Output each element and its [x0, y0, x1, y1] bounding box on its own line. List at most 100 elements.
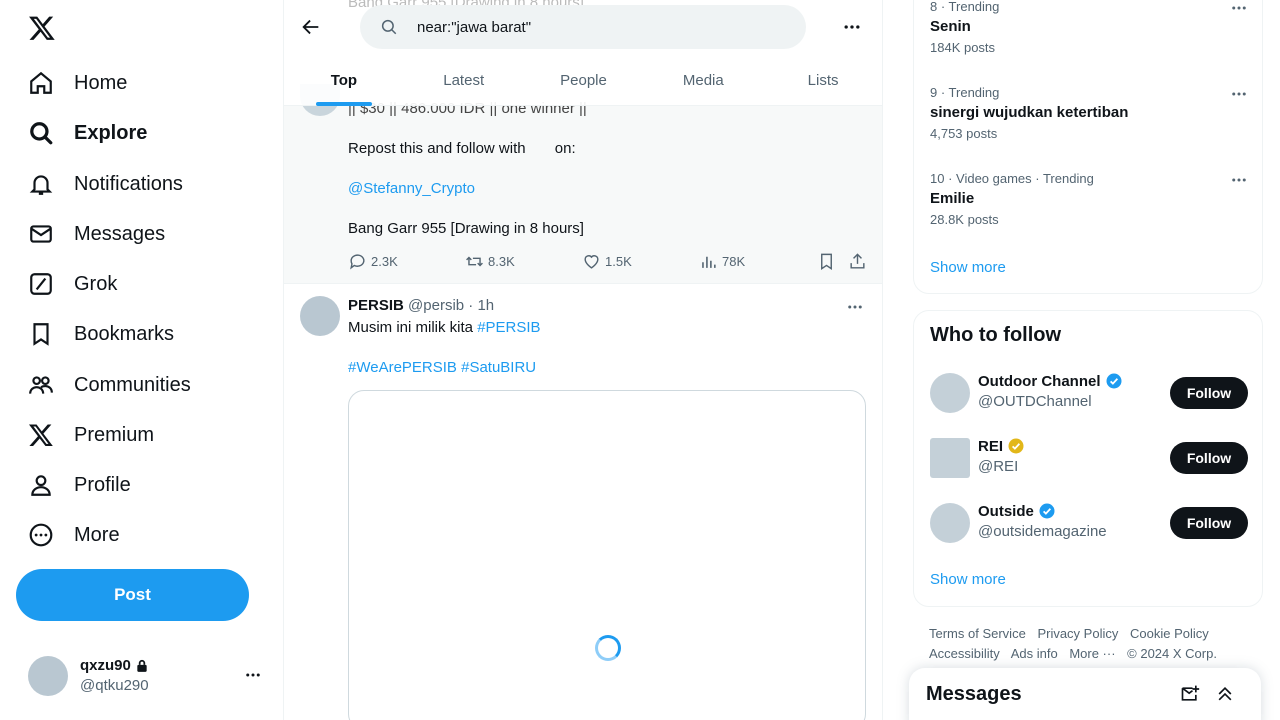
follow-suggestion[interactable]: Outside @outsidemagazine Follow: [930, 502, 1248, 544]
follow-suggestion[interactable]: Outdoor Channel @OUTDChannel Follow: [930, 372, 1248, 414]
verified-badge-icon: [1039, 503, 1055, 519]
nav-label: Profile: [74, 473, 131, 496]
nav-communities[interactable]: Communities: [28, 365, 191, 405]
reply-button[interactable]: 2.3K: [348, 252, 398, 271]
tab-people[interactable]: People: [524, 54, 644, 106]
follow-show-more-link[interactable]: Show more: [930, 571, 1006, 588]
new-message-icon[interactable]: [1180, 684, 1200, 704]
tweet-actions: 2.3K 8.3K 1.5K 78K: [348, 252, 868, 272]
trend-item[interactable]: 10 · Video games · Trending Emilie 28.8K…: [930, 171, 1248, 227]
trend-count: 184K posts: [930, 40, 996, 55]
x-logo-icon[interactable]: [28, 14, 56, 42]
nav-grok[interactable]: Grok: [28, 264, 117, 304]
trend-item[interactable]: 8 · Trending Senin 184K posts: [930, 0, 1248, 55]
nav-home[interactable]: Home: [28, 63, 127, 103]
footer-link[interactable]: Accessibility: [929, 646, 1000, 661]
author-name[interactable]: PERSIB: [348, 297, 404, 314]
nav-label: Messages: [74, 222, 166, 245]
trends-show-more-link[interactable]: Show more: [930, 259, 1006, 276]
more-horizontal-icon[interactable]: [846, 298, 864, 316]
tweet-text: Repost this and follow with on:: [348, 140, 576, 157]
search-query[interactable]: near:"jawa barat": [417, 19, 531, 36]
tab-lists[interactable]: Lists: [763, 54, 882, 106]
nav-label: More: [74, 523, 120, 546]
follow-suggestion[interactable]: REI @REI Follow: [930, 437, 1248, 479]
who-to-follow-panel: Who to follow Outdoor Channel @OUTDChann…: [913, 310, 1263, 607]
bookmark-icon[interactable]: [817, 252, 836, 271]
account-name: qxzu90: [80, 657, 131, 674]
follow-button[interactable]: Follow: [1170, 442, 1248, 474]
media-container[interactable]: [348, 390, 866, 720]
right-sidebar: 8 · Trending Senin 184K posts 9 · Trendi…: [913, 0, 1263, 720]
footer-link[interactable]: Terms of Service: [929, 626, 1026, 641]
trend-name: sinergi wujudkan ketertiban: [930, 104, 1129, 121]
avatar: [930, 503, 970, 543]
follow-button[interactable]: Follow: [1170, 377, 1248, 409]
footer-link[interactable]: Ads info: [1011, 646, 1058, 661]
author-meta: @persib · 1h: [408, 297, 495, 314]
post-button[interactable]: Post: [16, 569, 249, 621]
tweet-text: Bang Garr 955 [Drawing in 8 hours]: [348, 220, 584, 237]
nav-label: Home: [74, 71, 128, 94]
repost-button[interactable]: 8.3K: [465, 252, 515, 271]
views-count: 78K: [722, 254, 746, 269]
more-horizontal-icon[interactable]: [1230, 85, 1248, 103]
hashtag-link[interactable]: #WeArePERSIB #SatuBIRU: [348, 359, 536, 376]
main-column: || $30 || 486.000 IDR || one winner || R…: [284, 0, 883, 720]
account-switcher[interactable]: qxzu90 @qtku290: [28, 656, 268, 696]
search-input[interactable]: near:"jawa barat": [360, 5, 806, 49]
like-button[interactable]: 1.5K: [582, 252, 632, 271]
more-horizontal-icon[interactable]: [1230, 171, 1248, 189]
messages-drawer[interactable]: Messages: [909, 668, 1261, 720]
tweet-text: Musim ini milik kita #PERSIB: [348, 319, 541, 336]
avatar: [28, 656, 68, 696]
share-icon[interactable]: [848, 252, 867, 271]
nav-premium[interactable]: Premium: [28, 415, 154, 455]
loading-spinner: [595, 635, 621, 661]
hashtag-link[interactable]: #PERSIB: [477, 319, 540, 336]
nav-notifications[interactable]: Notifications: [28, 164, 183, 204]
chevron-double-up-icon[interactable]: [1215, 684, 1235, 704]
views-button[interactable]: 78K: [699, 252, 745, 271]
footer-link[interactable]: Privacy Policy: [1037, 626, 1118, 641]
follow-name: Outside: [978, 502, 1034, 520]
footer-link[interactable]: Cookie Policy: [1130, 626, 1209, 641]
nav-explore[interactable]: Explore: [28, 113, 147, 153]
back-arrow-icon[interactable]: [300, 16, 322, 38]
trend-meta: 10 · Video games · Trending: [930, 171, 1094, 186]
more-horizontal-icon[interactable]: [1230, 0, 1248, 17]
lock-icon: [137, 659, 147, 672]
tab-media[interactable]: Media: [643, 54, 763, 106]
trend-item[interactable]: 9 · Trending sinergi wujudkan ketertiban…: [930, 85, 1248, 141]
tab-top[interactable]: Top: [284, 54, 404, 106]
mention-link[interactable]: @Stefanny_Crypto: [348, 180, 475, 197]
nav-messages[interactable]: Messages: [28, 214, 165, 254]
who-to-follow-title: Who to follow: [930, 324, 1062, 346]
left-navigation: Home Explore Notifications Messages Grok…: [0, 0, 284, 720]
nav-label: Grok: [74, 272, 118, 295]
bell-icon: [29, 175, 53, 195]
follow-button[interactable]: Follow: [1170, 507, 1248, 539]
verified-badge-icon: [1106, 373, 1121, 389]
trend-meta: 9 · Trending: [930, 85, 1000, 100]
follow-name-row: Outside: [978, 502, 1056, 520]
tweet[interactable]: PERSIB @persib · 1h Musim ini milik kita…: [284, 284, 882, 720]
tweet-body: Musim ini milik kita: [348, 319, 478, 336]
avatar: [300, 296, 340, 336]
footer-link[interactable]: More ···: [1069, 646, 1115, 661]
copyright: © 2024 X Corp.: [1127, 646, 1217, 661]
more-horizontal-icon[interactable]: [244, 666, 262, 684]
verified-gold-badge-icon: [1008, 438, 1024, 454]
more-circle-icon: [29, 523, 53, 547]
grok-icon: [30, 273, 52, 295]
search-tabs: Top Latest People Media Lists: [284, 54, 882, 106]
bookmark-icon: [33, 323, 49, 346]
tab-latest[interactable]: Latest: [404, 54, 524, 106]
trend-meta: 8 · Trending: [930, 0, 1000, 14]
repost-count: 8.3K: [488, 254, 515, 269]
nav-more[interactable]: More: [28, 515, 120, 555]
footer-links: Terms of Service Privacy Policy Cookie P…: [929, 624, 1259, 664]
more-horizontal-icon[interactable]: [842, 17, 862, 37]
nav-profile[interactable]: Profile: [28, 465, 131, 505]
nav-bookmarks[interactable]: Bookmarks: [28, 314, 174, 354]
